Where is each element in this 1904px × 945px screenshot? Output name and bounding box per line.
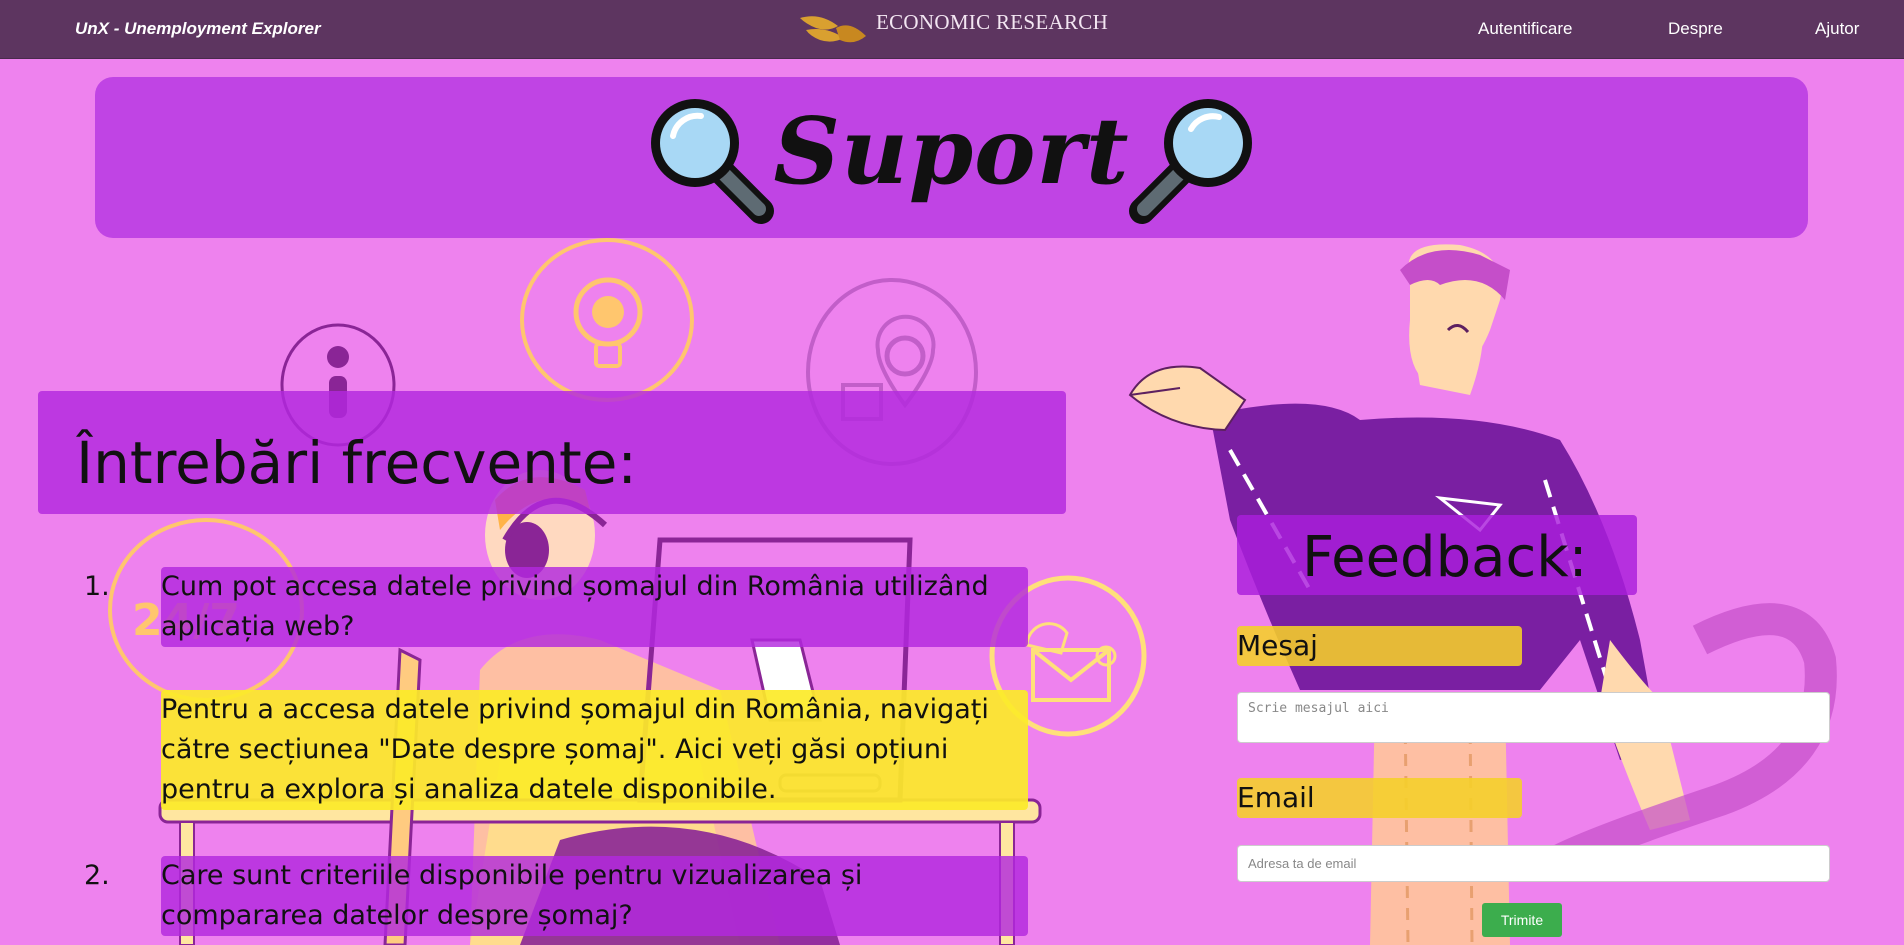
submit-button[interactable]: Trimite: [1482, 903, 1562, 937]
feedback-header: Feedback:: [1237, 515, 1637, 595]
lightbulb-decor-icon: [520, 238, 694, 402]
faq-item-number: 1.: [84, 571, 110, 602]
economic-research-logo[interactable]: ECONOMIC RESEARCH: [798, 6, 1108, 50]
eagle-wings-icon: [800, 16, 866, 43]
magnifying-glass-icon: [1129, 99, 1252, 224]
top-navbar: UnX - Unemployment Explorer ECONOMIC RES…: [0, 0, 1904, 59]
nav-about-link[interactable]: Despre: [1668, 19, 1723, 39]
page-title: Suport: [773, 97, 1130, 205]
support-banner: Suport: [95, 77, 1808, 238]
nav-login-link[interactable]: Autentificare: [1478, 19, 1573, 39]
faq-question[interactable]: Cum pot accesa datele privind șomajul di…: [161, 567, 1028, 647]
logo-text: ECONOMIC RESEARCH: [876, 9, 1109, 34]
faq-item-number: 2.: [84, 860, 110, 891]
message-textarea[interactable]: [1237, 692, 1830, 743]
brand-link[interactable]: UnX - Unemployment Explorer: [75, 19, 321, 39]
message-label: Mesaj: [1237, 626, 1522, 666]
nav-help-link[interactable]: Ajutor: [1815, 19, 1859, 39]
email-label: Email: [1237, 778, 1522, 818]
faq-title: Întrebări frecvente:: [76, 429, 637, 497]
faq-answer: Pentru a accesa datele privind șomajul d…: [161, 690, 1028, 810]
email-input[interactable]: [1237, 845, 1830, 882]
faq-question[interactable]: Care sunt criteriile disponibile pentru …: [161, 856, 1028, 936]
faq-header: Întrebări frecvente:: [38, 391, 1066, 514]
feedback-title: Feedback:: [1302, 525, 1588, 590]
